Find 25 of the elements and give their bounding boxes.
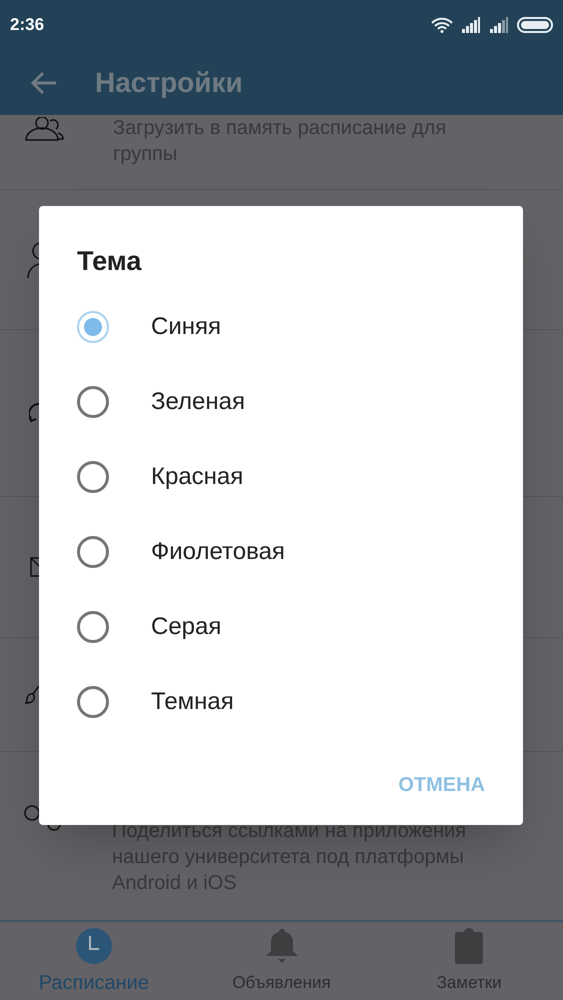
signal-icon bbox=[489, 17, 509, 33]
battery-icon bbox=[517, 17, 553, 33]
brush-icon bbox=[25, 684, 39, 704]
people-icon bbox=[24, 117, 64, 141]
theme-option[interactable]: Красная bbox=[77, 439, 497, 514]
theme-option[interactable]: Серая bbox=[77, 589, 497, 664]
clock-icon bbox=[76, 928, 112, 964]
radio-button[interactable] bbox=[77, 686, 109, 718]
back-arrow-icon[interactable] bbox=[30, 70, 58, 94]
theme-option[interactable]: Темная bbox=[77, 664, 497, 739]
radio-button[interactable] bbox=[77, 536, 109, 568]
radio-button[interactable] bbox=[77, 460, 109, 492]
bell-icon bbox=[264, 928, 298, 964]
wifi-icon bbox=[431, 17, 453, 33]
signal-icon bbox=[461, 17, 481, 33]
theme-option[interactable]: Фиолетовая bbox=[77, 514, 497, 589]
radio-button[interactable] bbox=[77, 610, 109, 642]
screen-title: Настройки bbox=[95, 66, 243, 100]
dialog-title: Тема bbox=[77, 245, 142, 278]
radio-button[interactable] bbox=[77, 386, 109, 418]
clipboard-icon bbox=[455, 928, 484, 964]
theme-option[interactable]: Синяя bbox=[77, 289, 497, 364]
radio-button[interactable] bbox=[77, 310, 109, 342]
clock: 2:36 bbox=[10, 14, 44, 36]
theme-option[interactable]: Зеленая bbox=[77, 364, 497, 439]
